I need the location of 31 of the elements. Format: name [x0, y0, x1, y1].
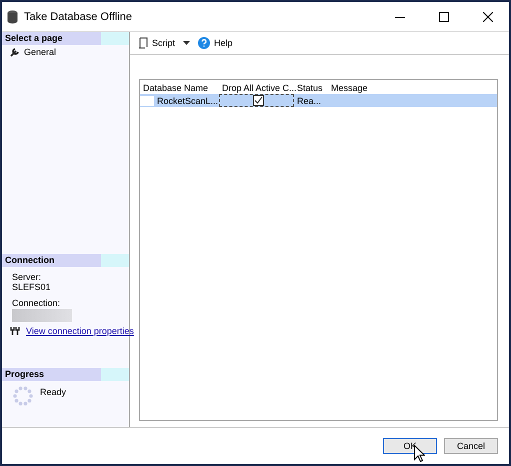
close-icon[interactable]	[483, 12, 493, 22]
dropdown-caret-icon[interactable]	[183, 41, 190, 45]
mouse-cursor-icon	[414, 445, 425, 462]
redacted-value	[12, 309, 72, 322]
server-value: SLEFS01	[12, 282, 51, 292]
script-icon	[138, 37, 148, 49]
script-button[interactable]: Script	[136, 37, 178, 49]
server-label: Server:	[12, 272, 42, 282]
section-heading: Select a page	[2, 32, 129, 45]
maximize-icon[interactable]	[439, 12, 449, 22]
page-item[interactable]: General	[2, 45, 129, 57]
dialog-button[interactable]: Cancel	[444, 438, 498, 454]
table-cell: RocketScanL...	[140, 96, 219, 106]
table-cell-text: Rea...	[296, 96, 322, 106]
progress-status: Ready	[40, 387, 66, 397]
connection-properties-link[interactable]: View connection properties	[26, 326, 134, 336]
column-header[interactable]: Message	[328, 82, 497, 92]
connection-label: Connection:	[12, 298, 60, 308]
wrench-icon	[10, 47, 20, 57]
column-header[interactable]: Drop All Active C...	[219, 82, 294, 92]
plug-icon	[10, 326, 21, 336]
help-button[interactable]: Help	[196, 37, 235, 49]
spinner-icon	[12, 385, 34, 407]
table-row[interactable]: RocketScanL... Rea...	[140, 94, 497, 107]
section-heading: Progress	[2, 368, 129, 381]
column-header[interactable]: Database Name	[140, 82, 219, 92]
database-icon	[7, 10, 18, 24]
section-heading: Connection	[2, 254, 129, 267]
checkbox[interactable]	[252, 95, 264, 106]
window-title: Take Database Offline	[24, 10, 132, 22]
help-icon	[198, 37, 210, 49]
